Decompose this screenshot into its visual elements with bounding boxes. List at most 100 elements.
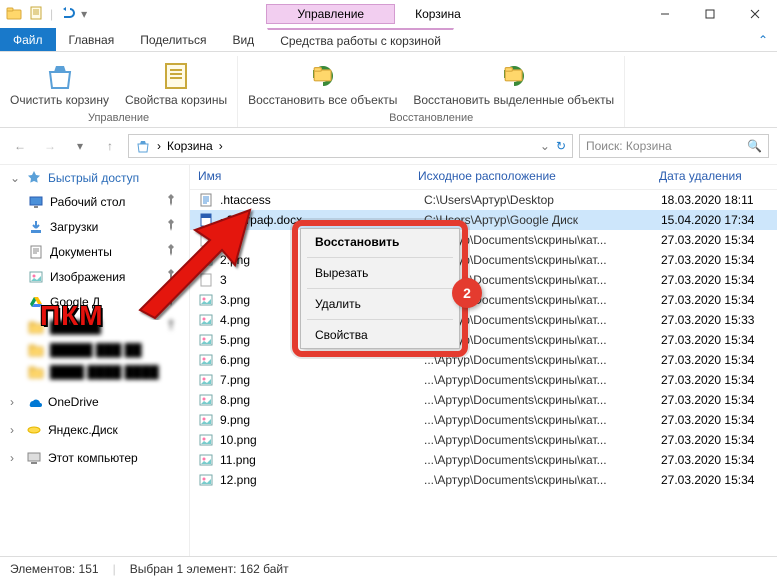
file-date: 27.03.2020 15:34: [661, 233, 769, 247]
file-name: 8.png: [220, 393, 418, 407]
refresh-icon[interactable]: ↻: [556, 139, 566, 153]
forward-button[interactable]: →: [38, 134, 62, 158]
col-location[interactable]: Исходное расположение: [418, 169, 659, 183]
sidebar-item-label: ████ ████ ████: [50, 365, 159, 379]
file-date: 27.03.2020 15:34: [661, 253, 769, 267]
chevron-right-icon[interactable]: ›: [10, 423, 20, 437]
file-date: 27.03.2020 15:33: [661, 313, 769, 327]
table-row[interactable]: 4.png...\Артур\Documents\скрины\кат...27…: [190, 310, 777, 330]
table-row[interactable]: 3.png...\Артур\Documents\скрины\кат...27…: [190, 290, 777, 310]
ctx-cut[interactable]: Вырезать: [301, 260, 459, 286]
table-row[interactable]: 2...\Артур\Documents\скрины\кат...27.03.…: [190, 230, 777, 250]
ribbon-collapse-button[interactable]: ⌃: [749, 28, 777, 51]
minimize-button[interactable]: [642, 0, 687, 28]
maximize-button[interactable]: [687, 0, 732, 28]
sidebar-item[interactable]: Рабочий стол: [0, 189, 189, 214]
sidebar-item[interactable]: Загрузки: [0, 214, 189, 239]
ribbon-tabs: Файл Главная Поделиться Вид Средства раб…: [0, 28, 777, 52]
sidebar-item[interactable]: Изображения: [0, 264, 189, 289]
context-menu-annotation: Восстановить Вырезать Удалить Свойства 2: [300, 228, 460, 349]
col-name[interactable]: Имя: [198, 169, 418, 183]
tab-recycle-tools[interactable]: Средства работы с корзиной: [267, 28, 454, 51]
status-selected-label: Выбран 1 элемент:: [130, 562, 237, 576]
file-location: ...\Артур\Documents\скрины\кат...: [424, 373, 655, 387]
file-name: 10.png: [220, 433, 418, 447]
sidebar-item[interactable]: █████ ███ ██: [0, 339, 189, 361]
table-row[interactable]: 7.png...\Артур\Documents\скрины\кат...27…: [190, 370, 777, 390]
file-date: 27.03.2020 15:34: [661, 413, 769, 427]
pin-icon: [163, 267, 179, 286]
props-icon[interactable]: [28, 5, 44, 24]
address-bar[interactable]: › Корзина › ⌄ ↻: [128, 134, 573, 158]
empty-recycle-button[interactable]: Очистить корзину: [6, 58, 113, 109]
ctx-restore[interactable]: Восстановить: [301, 229, 459, 255]
back-button[interactable]: ←: [8, 134, 32, 158]
restore-all-button[interactable]: Восстановить все объекты: [244, 58, 401, 109]
chevron-right-icon[interactable]: ›: [10, 395, 20, 409]
table-row[interactable]: 11.png...\Артур\Documents\скрины\кат...2…: [190, 450, 777, 470]
pin-icon: [163, 217, 179, 236]
status-selected-size: 162 байт: [240, 562, 289, 576]
chevron-down-icon[interactable]: ⌄: [10, 171, 20, 185]
sidebar-this-pc[interactable]: › Этот компьютер: [0, 447, 189, 469]
file-date: 27.03.2020 15:34: [661, 433, 769, 447]
file-name: ~$Штраф.docx: [220, 213, 418, 227]
content-area: ⌄ Быстрый доступ Рабочий столЗагрузкиДок…: [0, 164, 777, 556]
table-row[interactable]: 5.png...\Артур\Documents\скрины\кат...27…: [190, 330, 777, 350]
table-row[interactable]: 6.png...\Артур\Documents\скрины\кат...27…: [190, 350, 777, 370]
breadcrumb-sep: ›: [219, 139, 223, 153]
file-location: ...\Артур\Documents\скрины\кат...: [424, 393, 655, 407]
file-icon: [198, 352, 214, 368]
table-row[interactable]: 12.png...\Артур\Documents\скрины\кат...2…: [190, 470, 777, 490]
file-rows[interactable]: .htaccessC:\Users\Артур\Desktop18.03.202…: [190, 190, 777, 556]
file-name: 12.png: [220, 473, 418, 487]
table-row[interactable]: 2.png...\Артур\Documents\скрины\кат...27…: [190, 250, 777, 270]
table-row[interactable]: 9.png...\Артур\Documents\скрины\кат...27…: [190, 410, 777, 430]
search-box[interactable]: Поиск: Корзина 🔍: [579, 134, 769, 158]
quick-access-toolbar: | ▾: [0, 5, 93, 24]
up-button[interactable]: ↑: [98, 134, 122, 158]
table-row[interactable]: 3...\Артур\Documents\скрины\кат...27.03.…: [190, 270, 777, 290]
address-dropdown-icon[interactable]: ⌄: [540, 139, 550, 153]
ribbon-group-manage: Очистить корзину Свойства корзины Управл…: [0, 56, 238, 127]
sidebar-yandex-disk[interactable]: › Яндекс.Диск: [0, 419, 189, 441]
restore-selected-button[interactable]: Восстановить выделенные объекты: [409, 58, 618, 109]
sidebar-onedrive[interactable]: › OneDrive: [0, 391, 189, 413]
file-list-pane: Имя Исходное расположение Дата удаления …: [190, 165, 777, 556]
recent-dropdown[interactable]: ▾: [68, 134, 92, 158]
chevron-right-icon[interactable]: ›: [10, 451, 20, 465]
sidebar-label: OneDrive: [48, 395, 99, 409]
file-icon: [198, 272, 214, 288]
file-icon: [198, 392, 214, 408]
table-row[interactable]: 10.png...\Артур\Documents\скрины\кат...2…: [190, 430, 777, 450]
restore-all-icon: [307, 60, 339, 92]
ctx-properties[interactable]: Свойства: [301, 322, 459, 348]
table-row[interactable]: 8.png...\Артур\Documents\скрины\кат...27…: [190, 390, 777, 410]
breadcrumb-item[interactable]: Корзина: [167, 139, 213, 153]
close-button[interactable]: [732, 0, 777, 28]
ctx-delete[interactable]: Удалить: [301, 291, 459, 317]
qat-dropdown-icon[interactable]: ▾: [81, 7, 87, 21]
table-row[interactable]: .htaccessC:\Users\Артур\Desktop18.03.202…: [190, 190, 777, 210]
sidebar-item-icon: [28, 194, 44, 210]
sidebar-item-icon: [28, 219, 44, 235]
tab-file[interactable]: Файл: [0, 28, 56, 51]
sidebar-item-icon: [28, 342, 44, 358]
file-icon: [198, 432, 214, 448]
nav-bar: ← → ▾ ↑ › Корзина › ⌄ ↻ Поиск: Корзина 🔍: [0, 128, 777, 164]
file-name: .htaccess: [220, 193, 418, 207]
context-menu: Восстановить Вырезать Удалить Свойства: [300, 228, 460, 349]
folder-icon: [6, 5, 22, 24]
recycle-props-button[interactable]: Свойства корзины: [121, 58, 231, 109]
undo-icon[interactable]: [59, 5, 75, 24]
sidebar-quick-access[interactable]: ⌄ Быстрый доступ: [0, 167, 189, 189]
tab-share[interactable]: Поделиться: [127, 28, 219, 51]
tab-view[interactable]: Вид: [219, 28, 267, 51]
col-date[interactable]: Дата удаления: [659, 169, 769, 183]
file-location: ...\Артур\Documents\скрины\кат...: [424, 353, 655, 367]
sidebar-item[interactable]: ████ ████ ████: [0, 361, 189, 383]
tab-home[interactable]: Главная: [56, 28, 128, 51]
sidebar: ⌄ Быстрый доступ Рабочий столЗагрузкиДок…: [0, 165, 190, 556]
table-row[interactable]: ~$Штраф.docxC:\Users\Артур\Google Диск15…: [190, 210, 777, 230]
sidebar-item[interactable]: Документы: [0, 239, 189, 264]
